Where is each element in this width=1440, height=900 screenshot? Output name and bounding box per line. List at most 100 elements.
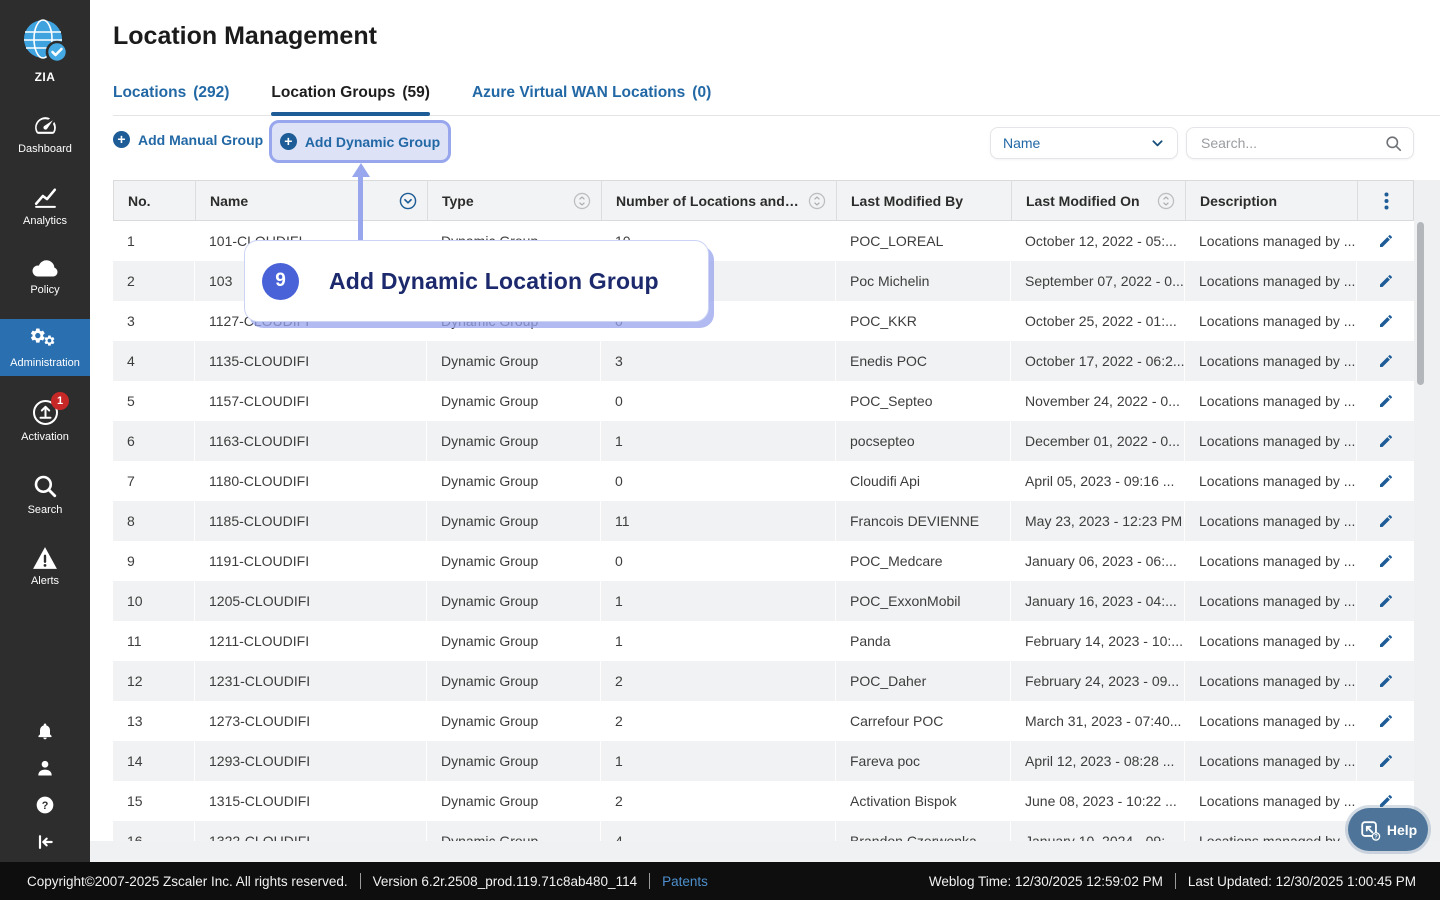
col-header-description[interactable]: Description: [1186, 181, 1358, 220]
collapse-icon[interactable]: [35, 832, 55, 852]
table-bottom-gutter: [90, 841, 1440, 862]
edit-row-button[interactable]: [1357, 301, 1414, 341]
sidebar-item-analytics[interactable]: Analytics: [0, 178, 90, 234]
edit-row-button[interactable]: [1357, 461, 1414, 501]
sidebar-item-administration[interactable]: Administration: [0, 319, 90, 376]
edit-row-button[interactable]: [1357, 221, 1414, 261]
gears-icon: [29, 326, 61, 352]
cell-description: Locations managed by ...: [1185, 541, 1357, 581]
sidebar-item-label: Search: [28, 504, 63, 516]
cell-modified_by: Activation Bispok: [836, 781, 1011, 821]
sort-icon[interactable]: [1151, 192, 1175, 210]
add-dynamic-group-highlight: + Add Dynamic Group: [269, 120, 451, 163]
main-content: Location Management Locations(292) Locat…: [90, 0, 1440, 862]
edit-row-button[interactable]: [1357, 381, 1414, 421]
sort-icon[interactable]: [802, 192, 826, 210]
zia-logo[interactable]: ZIA: [20, 16, 70, 84]
cell-modified_by: Panda: [836, 621, 1011, 661]
search-input[interactable]: [1199, 134, 1384, 152]
table-row: 101205-CLOUDIFIDynamic Group1POC_ExxonMo…: [113, 581, 1414, 621]
cell-modified_on: October 17, 2022 - 06:2...: [1011, 341, 1185, 381]
edit-row-button[interactable]: [1357, 541, 1414, 581]
edit-row-button[interactable]: [1357, 421, 1414, 461]
cell-locations: 4: [601, 821, 836, 841]
cell-modified_on: October 25, 2022 - 01:...: [1011, 301, 1185, 341]
plus-icon: +: [113, 131, 130, 148]
cell-modified_on: November 24, 2022 - 0...: [1011, 381, 1185, 421]
cell-description: Locations managed by ...: [1185, 821, 1357, 841]
add-manual-group-button[interactable]: + Add Manual Group: [113, 131, 263, 148]
help-button[interactable]: ? Help: [1348, 808, 1428, 851]
footer-bar: Copyright©2007-2025 Zscaler Inc. All rig…: [0, 862, 1440, 900]
user-icon[interactable]: [35, 758, 55, 778]
sort-icon[interactable]: [567, 192, 591, 210]
col-header-no[interactable]: No.: [114, 181, 196, 220]
tab-location-groups[interactable]: Location Groups(59): [271, 76, 430, 115]
cell-description: Locations managed by ...: [1185, 701, 1357, 741]
cell-modified_by: POC_Medcare: [836, 541, 1011, 581]
search-box: [1186, 127, 1414, 159]
sidebar-item-activation[interactable]: 1 Activation: [0, 392, 90, 450]
zia-globe-shield-icon: [20, 16, 70, 66]
help-circle-icon[interactable]: ?: [35, 795, 55, 815]
cell-type: Dynamic Group: [427, 381, 601, 421]
col-header-type[interactable]: Type: [428, 181, 602, 220]
sort-active-icon[interactable]: [393, 192, 417, 210]
edit-row-button[interactable]: [1357, 741, 1414, 781]
cell-description: Locations managed by ...: [1185, 261, 1357, 301]
line-chart-icon: [33, 185, 58, 210]
cell-modified_on: September 07, 2022 - 0...: [1011, 261, 1185, 301]
cell-description: Locations managed by ...: [1185, 621, 1357, 661]
column-settings-kebab[interactable]: [1358, 181, 1414, 220]
tab-azure-vwan-locations[interactable]: Azure Virtual WAN Locations(0): [472, 76, 711, 115]
cell-description: Locations managed by ...: [1185, 221, 1357, 261]
cell-type: Dynamic Group: [427, 581, 601, 621]
sidebar-item-label: Alerts: [31, 575, 59, 587]
patents-link[interactable]: Patents: [662, 874, 708, 889]
cell-no: 8: [113, 501, 195, 541]
col-header-locations-count[interactable]: Number of Locations and Sub...: [602, 181, 837, 220]
cell-no: 1: [113, 221, 195, 261]
col-header-name[interactable]: Name: [196, 181, 428, 220]
cell-locations: 0: [601, 461, 836, 501]
table-row: 51157-CLOUDIFIDynamic Group0POC_SepteoNo…: [113, 381, 1414, 421]
cloud-icon: [31, 257, 59, 279]
cell-modified_on: January 16, 2023 - 04:...: [1011, 581, 1185, 621]
cell-type: Dynamic Group: [427, 741, 601, 781]
sidebar-item-policy[interactable]: Policy: [0, 250, 90, 303]
scrollbar-thumb[interactable]: [1417, 222, 1424, 385]
add-dynamic-group-button[interactable]: + Add Dynamic Group: [280, 133, 440, 150]
cell-no: 10: [113, 581, 195, 621]
edit-row-button[interactable]: [1357, 621, 1414, 661]
edit-row-button[interactable]: [1357, 341, 1414, 381]
col-header-modified-on[interactable]: Last Modified On: [1012, 181, 1186, 220]
table-row: 161322-CLOUDIFIDynamic Group4Brandon Cze…: [113, 821, 1414, 841]
cell-locations: 2: [601, 701, 836, 741]
footer-divider: [360, 873, 361, 889]
sidebar-item-dashboard[interactable]: Dashboard: [0, 106, 90, 162]
table-header-row: No. Name Type Number of Locations and Su…: [113, 180, 1414, 221]
edit-row-button[interactable]: [1357, 581, 1414, 621]
filter-column-dropdown[interactable]: Name: [990, 127, 1178, 159]
search-icon[interactable]: [1384, 134, 1403, 153]
bell-icon[interactable]: [35, 721, 55, 741]
cell-description: Locations managed by ...: [1185, 581, 1357, 621]
cell-type: Dynamic Group: [427, 421, 601, 461]
callout-arrow-line: [358, 176, 363, 240]
cell-no: 16: [113, 821, 195, 841]
cell-modified_on: April 05, 2023 - 09:16 ...: [1011, 461, 1185, 501]
sidebar-item-alerts[interactable]: Alerts: [0, 539, 90, 594]
edit-row-button[interactable]: [1357, 261, 1414, 301]
tab-locations[interactable]: Locations(292): [113, 76, 229, 115]
sidebar-item-search[interactable]: Search: [0, 466, 90, 523]
edit-row-button[interactable]: [1357, 701, 1414, 741]
cell-modified_by: Poc Michelin: [836, 261, 1011, 301]
copyright-text: Copyright©2007-2025 Zscaler Inc. All rig…: [27, 874, 348, 889]
sidebar-item-label: Dashboard: [18, 143, 72, 155]
cell-modified_on: May 23, 2023 - 12:23 PM: [1011, 501, 1185, 541]
table-row: 111211-CLOUDIFIDynamic Group1PandaFebrua…: [113, 621, 1414, 661]
edit-row-button[interactable]: [1357, 501, 1414, 541]
edit-row-button[interactable]: [1357, 661, 1414, 701]
col-header-modified-by[interactable]: Last Modified By: [837, 181, 1012, 220]
table-row: 151315-CLOUDIFIDynamic Group2Activation …: [113, 781, 1414, 821]
